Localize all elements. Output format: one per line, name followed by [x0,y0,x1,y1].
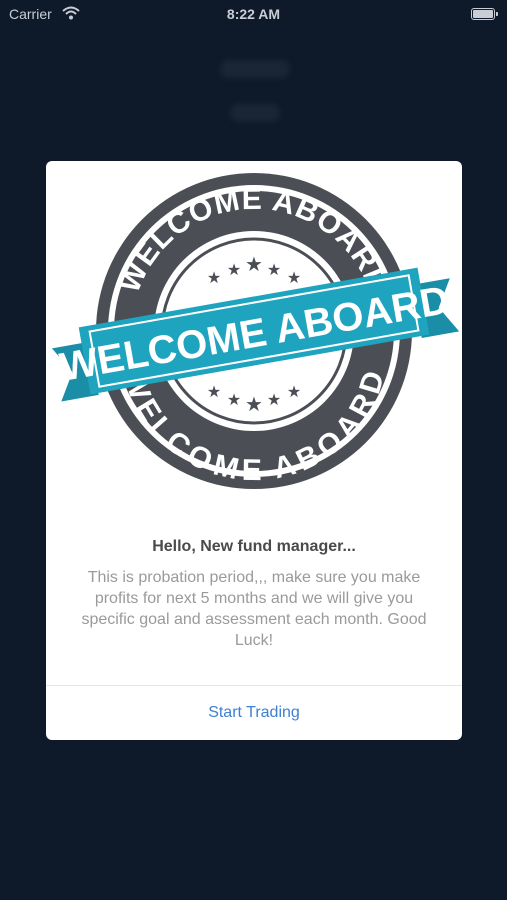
status-bar: Carrier 8:22 AM [0,0,507,28]
svg-text:★: ★ [267,260,281,279]
background-blurred-subtitle [230,104,280,122]
start-trading-button[interactable]: Start Trading [46,686,462,740]
battery-icon [471,8,498,20]
svg-text:★: ★ [207,268,221,287]
svg-text:★: ★ [227,260,241,279]
svg-text:★: ★ [245,252,263,276]
svg-text:★: ★ [287,268,301,287]
svg-text:★: ★ [287,382,301,401]
svg-text:★: ★ [267,390,281,409]
dialog-greeting: Hello, New fund manager... [152,538,356,555]
background-blurred-title [220,60,290,78]
welcome-dialog: WELCOME ABOARD WELCOME ABOARD ★★★★★ ★★★★… [46,161,462,740]
svg-text:★: ★ [207,382,221,401]
svg-text:★: ★ [245,392,263,416]
svg-text:★: ★ [227,390,241,409]
status-time: 8:22 AM [226,6,281,22]
welcome-aboard-badge: WELCOME ABOARD WELCOME ABOARD ★★★★★ ★★★★… [51,173,460,489]
dialog-message: This is probation period,,, make sure yo… [81,569,427,649]
